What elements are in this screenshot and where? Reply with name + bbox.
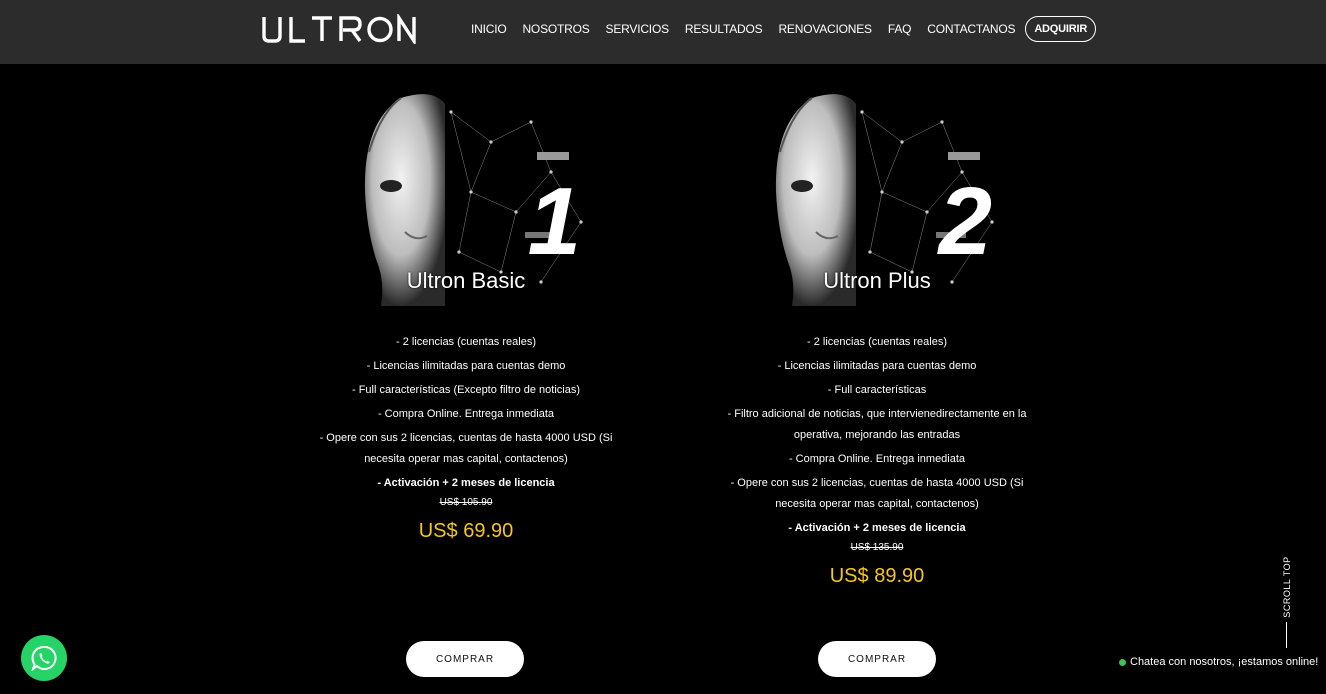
ultron-logo[interactable] bbox=[262, 14, 416, 44]
feature-item: - Compra Online. Entrega inmediata bbox=[377, 408, 555, 420]
old-price: US$ 105.90 bbox=[439, 497, 493, 508]
plan-features: - 2 licencias (cuentas reales) - Licenci… bbox=[316, 332, 616, 494]
chat-status-text: Chatea con nosotros, ¡estamos online! bbox=[1130, 656, 1319, 668]
scroll-top-button[interactable]: SCROLL TOP bbox=[1276, 556, 1298, 652]
nav-faq[interactable]: FAQ bbox=[888, 22, 912, 36]
plan-number: 1 bbox=[527, 168, 581, 275]
adquirir-button[interactable]: ADQUIRIR bbox=[1025, 16, 1097, 42]
chat-status[interactable]: Chatea con nosotros, ¡estamos online! bbox=[1119, 656, 1318, 668]
plan-features: - 2 licencias (cuentas reales) - Licenci… bbox=[727, 332, 1027, 539]
scroll-top-label: SCROLL TOP bbox=[1282, 556, 1292, 618]
main-nav: INICIO NOSOTROS SERVICIOS RESULTADOS REN… bbox=[471, 16, 1097, 42]
ultron-logo-mark bbox=[262, 14, 416, 44]
current-price: US$ 89.90 bbox=[829, 565, 925, 587]
feature-item: - Compra Online. Entrega inmediata bbox=[788, 453, 966, 465]
whatsapp-button[interactable] bbox=[21, 635, 67, 681]
feature-item: - 2 licencias (cuentas reales) bbox=[395, 336, 536, 348]
nav-servicios[interactable]: SERVICIOS bbox=[606, 22, 670, 36]
feature-item: - Full características bbox=[827, 384, 927, 396]
scroll-top-line bbox=[1286, 622, 1287, 648]
online-dot-icon bbox=[1119, 658, 1126, 666]
plan-card-basic: 1 Ultron Basic - 2 licencias (cuentas re… bbox=[316, 82, 616, 543]
plan-hero-image: 2 Ultron Plus bbox=[752, 82, 1002, 306]
feature-item: - 2 licencias (cuentas reales) bbox=[806, 336, 947, 348]
old-price: US$ 135.90 bbox=[850, 542, 904, 553]
whatsapp-icon bbox=[31, 645, 57, 671]
plan-title: Ultron Basic bbox=[406, 268, 526, 293]
comprar-plus-button[interactable]: COMPRAR bbox=[818, 641, 936, 677]
current-price: US$ 69.90 bbox=[418, 520, 514, 542]
comprar-basic-button[interactable]: COMPRAR bbox=[406, 641, 524, 677]
feature-item: - Opere con sus 2 licencias, cuentas de … bbox=[730, 477, 1024, 510]
nav-nosotros[interactable]: NOSOTROS bbox=[522, 22, 589, 36]
nav-resultados[interactable]: RESULTADOS bbox=[685, 22, 763, 36]
top-navigation-bar: INICIO NOSOTROS SERVICIOS RESULTADOS REN… bbox=[0, 0, 1326, 64]
plan-hero-image: 1 Ultron Basic bbox=[341, 82, 591, 306]
feature-item: - Full características (Excepto filtro d… bbox=[351, 384, 581, 396]
feature-item: - Licencias ilimitadas para cuentas demo bbox=[366, 360, 566, 372]
plan-number: 2 bbox=[938, 168, 992, 275]
feature-item-bold: - Activación + 2 meses de licencia bbox=[377, 477, 555, 489]
nav-renovaciones[interactable]: RENOVACIONES bbox=[778, 22, 872, 36]
feature-item: - Opere con sus 2 licencias, cuentas de … bbox=[319, 432, 613, 465]
plan-title: Ultron Plus bbox=[823, 268, 931, 293]
nav-contactanos[interactable]: CONTACTANOS bbox=[927, 22, 1015, 36]
nav-inicio[interactable]: INICIO bbox=[471, 22, 507, 36]
feature-item-bold: - Activación + 2 meses de licencia bbox=[788, 522, 966, 534]
feature-item: - Filtro adicional de noticias, que inte… bbox=[727, 408, 1027, 441]
feature-item: - Licencias ilimitadas para cuentas demo bbox=[777, 360, 977, 372]
plan-card-plus: 2 Ultron Plus - 2 licencias (cuentas rea… bbox=[727, 82, 1027, 588]
